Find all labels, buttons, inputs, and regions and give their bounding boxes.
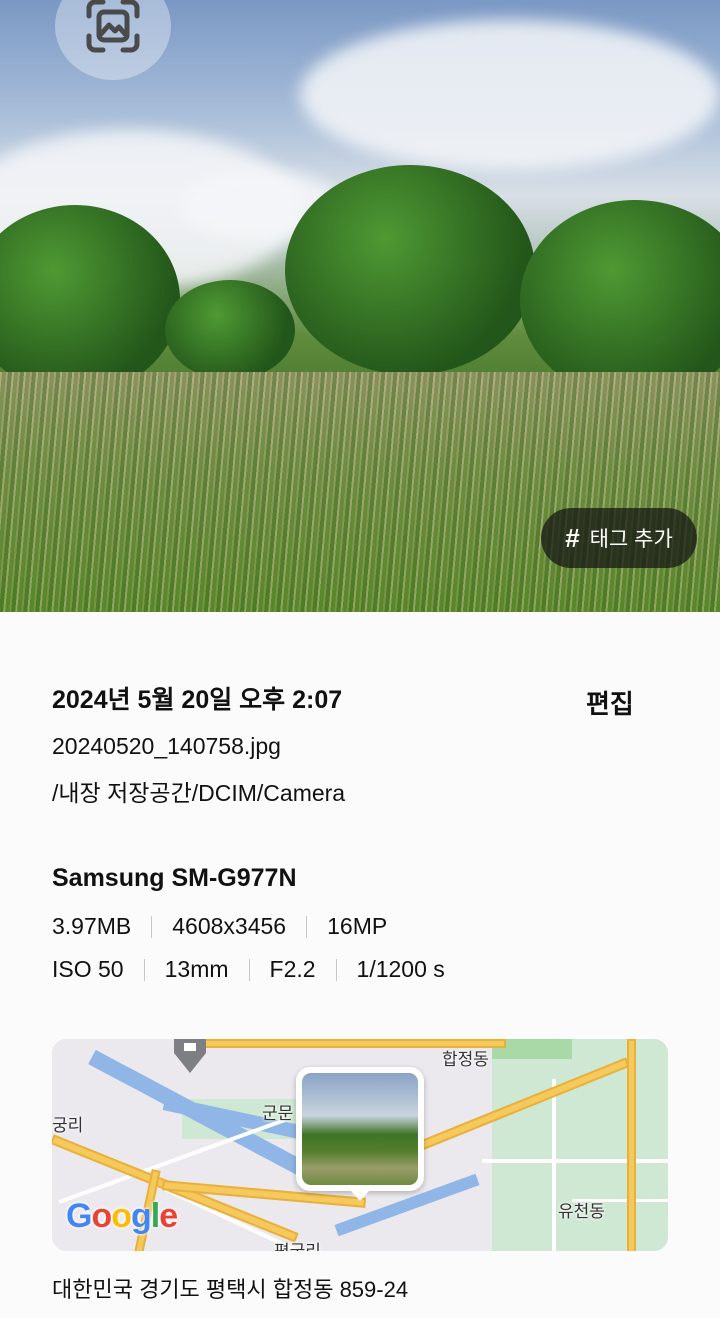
photo-datetime: 2024년 5월 20일 오후 2:07 <box>52 686 343 714</box>
map-label: 군문 <box>262 1104 294 1123</box>
map-label: 평궁리 <box>274 1237 321 1251</box>
shutter-speed: 1/1200 s <box>356 956 445 982</box>
exposure-specs-row: ISO 50 13mm F2.2 1/1200 s <box>52 956 668 983</box>
divider <box>335 958 337 981</box>
divider <box>306 915 308 938</box>
photo-preview[interactable]: # 태그 추가 <box>0 0 720 612</box>
thumbnail-pointer <box>350 1190 370 1201</box>
map-pin-icon <box>174 1039 206 1073</box>
map-label: 궁리 <box>52 1116 84 1135</box>
divider <box>143 958 145 981</box>
map-label: 합정동 <box>442 1050 489 1069</box>
lens-button[interactable] <box>55 0 171 80</box>
file-path: /내장 저장공간/DCIM/Camera <box>52 780 346 806</box>
add-tag-button[interactable]: # 태그 추가 <box>541 508 697 568</box>
hash-icon: # <box>565 522 580 553</box>
image-scan-icon <box>86 0 140 53</box>
aperture: F2.2 <box>269 956 316 982</box>
camera-model: Samsung SM-G977N <box>52 864 297 892</box>
image-specs-row: 3.97MB 4608x3456 16MP <box>52 913 668 940</box>
divider <box>248 958 250 981</box>
photo-thumbnail-image <box>302 1073 418 1185</box>
map-label: 유천동 <box>558 1202 605 1221</box>
file-name: 20240520_140758.jpg <box>52 733 281 759</box>
file-size: 3.97MB <box>52 913 132 939</box>
resolution: 4608x3456 <box>172 913 287 939</box>
add-tag-label: 태그 추가 <box>589 528 673 551</box>
location-map[interactable]: 합정동 군문 궁리 유천동 평궁리 Google <box>52 1039 668 1251</box>
location-address: 대한민국 경기도 평택시 합정동 859-24 <box>52 1277 409 1302</box>
edit-button[interactable]: 편집 <box>586 684 634 721</box>
megapixels: 16MP <box>327 913 388 939</box>
divider <box>151 915 153 938</box>
focal-length: 13mm <box>164 956 229 982</box>
iso: ISO 50 <box>52 956 124 982</box>
google-logo: Google <box>66 1197 178 1235</box>
map-photo-thumbnail[interactable] <box>296 1067 424 1201</box>
